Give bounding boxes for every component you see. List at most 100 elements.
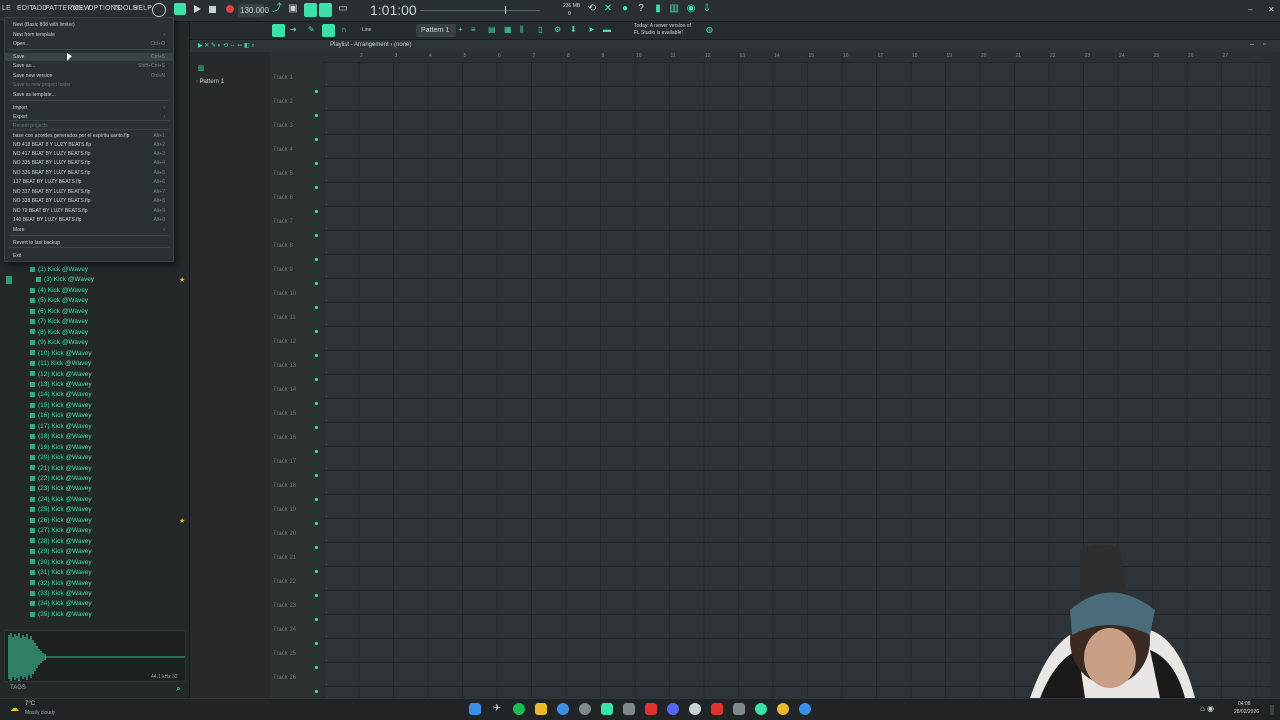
browser-file-item[interactable]: (31) Kick @Wavey [30,569,92,576]
browser-file-item[interactable]: (4) Kick @Wavey [30,287,88,294]
track-mute-led[interactable] [315,282,318,285]
history-icon[interactable]: ⟲ [587,4,597,14]
update-notice-line2[interactable]: FL Studio is available! [634,30,683,36]
step-button[interactable] [272,24,285,37]
track-label[interactable]: Track 18 [273,483,296,489]
pattern-mode-button[interactable] [174,3,186,15]
browser-file-item[interactable]: (6) Kick @Wavey [30,308,88,315]
pattern-selector[interactable]: Pattern 1 [416,24,456,37]
app-icon-7[interactable] [777,703,789,715]
file-menu-item[interactable]: Import › [5,104,173,112]
file-menu-item[interactable]: Revert to last backup [5,239,173,247]
file-menu-item[interactable]: New from template › [5,31,173,39]
paint-button[interactable] [322,24,335,37]
track-label[interactable]: Track 24 [273,627,296,633]
master-volume-slider[interactable] [420,10,540,11]
browser-file-item[interactable]: (18) Kick @Wavey [30,433,92,440]
track-mute-led[interactable] [315,114,318,117]
file-menu-item[interactable]: NO 335 BEAT BY LUZY BEATS.flp Alt+4 [5,159,173,167]
browser-file-item[interactable]: (34) Kick @Wavey [30,600,92,607]
app-icon-2[interactable] [623,703,635,715]
update-icon[interactable]: ◍ [706,25,713,34]
pattern-picker-icon[interactable]: ▥ [198,64,205,72]
browser-file-item[interactable]: (19) Kick @Wavey [30,444,92,451]
tags-label[interactable]: TAGS [10,685,26,691]
file-explorer-icon[interactable] [535,703,547,715]
browser-file-item[interactable]: (12) Kick @Wavey [30,371,92,378]
wait-input-icon[interactable]: ▣ [288,4,298,14]
browser-file-item[interactable]: (26) Kick @Wavey [30,517,92,524]
channel-rack-toolbar-icon[interactable]: ▦ [504,25,512,34]
menu-file[interactable]: LE [2,5,11,12]
master-volume-handle[interactable] [505,6,506,14]
mixer-toolbar-icon[interactable]: ⫼ [520,25,524,35]
weather-icon[interactable]: ☁ [10,703,19,714]
track-mute-led[interactable] [315,402,318,405]
browser-file-item[interactable]: (5) Kick @Wavey [30,297,88,304]
browser-file-item[interactable]: (27) Kick @Wavey [30,527,92,534]
playlist-toolbar-icons[interactable]: ▶ ✕ ✎ ◐ ⟲ ⇔ ⇿ ◧ ⌕ [198,42,255,50]
track-label[interactable]: Track 6 [273,195,293,201]
browser-file-item[interactable]: (23) Kick @Wavey [30,485,92,492]
magnet-icon[interactable]: ∩ [341,25,347,34]
track-mute-led[interactable] [315,210,318,213]
app-icon-5[interactable] [733,703,745,715]
browser-file-item[interactable]: (24) Kick @Wavey [30,496,92,503]
browser-file-item[interactable]: (33) Kick @Wavey [30,590,92,597]
video-icon[interactable]: ▬ [603,25,611,34]
waveform-preview[interactable]: 44.1 kHz 32 [4,630,186,682]
minimize-icon[interactable]: – [1248,5,1252,14]
pattern-list-item[interactable]: › Pattern 1 [196,79,224,85]
arrow-right-icon[interactable]: ➜ [290,25,297,34]
browser-file-item[interactable]: (16) Kick @Wavey [30,412,92,419]
file-menu-item[interactable]: New (Basic 808 with limiter) [5,21,173,29]
track-label[interactable]: Track 20 [273,531,296,537]
file-menu-item[interactable]: NO 79 BEAT BY LUZY BEATS.flp Alt+9 [5,207,173,215]
browser-file-item[interactable]: (9) Kick @Wavey [30,339,88,346]
track-label[interactable]: Track 11 [273,315,296,321]
track-label[interactable]: Track 16 [273,435,296,441]
track-label[interactable]: Track 4 [273,147,293,153]
app-icon[interactable] [579,703,591,715]
track-label[interactable]: Track 21 [273,555,296,561]
plus-icon[interactable]: + [458,25,463,34]
file-menu-item[interactable]: Save as... Shift+Ctrl+S [5,62,173,70]
browser-file-item[interactable]: (11) Kick @Wavey [30,360,91,367]
browser-file-item[interactable]: (32) Kick @Wavey [30,580,92,587]
snap-value[interactable]: Line [362,27,371,33]
discord-icon[interactable] [667,703,679,715]
cut-icon[interactable]: ✕ [603,4,613,14]
tuner-icon[interactable]: ⬇ [570,25,577,34]
app-icon-3[interactable] [689,703,701,715]
track-mute-led[interactable] [315,690,318,693]
track-label[interactable]: Track 23 [273,603,296,609]
browser-file-item[interactable]: (2) Kick @Wavey [30,266,88,273]
track-mute-led[interactable] [315,258,318,261]
track-label[interactable]: Track 10 [273,291,296,297]
track-mute-led[interactable] [315,642,318,645]
file-menu-item[interactable]: 137 BEAT BY LUZY BEATS.flp Alt+6 [5,178,173,186]
youtube-icon[interactable] [645,703,657,715]
file-menu-item[interactable]: Save new version Ctrl+N [5,72,173,80]
file-menu-item[interactable]: Save Ctrl+S [5,53,173,61]
timeline-ruler[interactable]: 2 3 4 5 6 7 8 9 10 11 12 13 14 15 16 17 18 19 20 21 22 23 24 25… [324,52,1270,62]
browser-icon[interactable]: ▯ [538,25,542,34]
track-mute-led[interactable] [315,378,318,381]
file-menu-item[interactable]: NO 338 BEAT BY LUZY BEATS.flp Alt+8 [5,197,173,205]
playlist-minimize-icon[interactable]: – [1250,41,1254,48]
track-label[interactable]: Track 2 [273,99,293,105]
track-mute-led[interactable] [315,522,318,525]
clock-date[interactable]: 28/02/2026 [1234,709,1259,715]
file-menu-item[interactable]: NO 337 BEAT BY LUZY BEATS.flp Alt+7 [5,188,173,196]
track-mute-led[interactable] [315,186,318,189]
track-label[interactable]: Track 25 [273,651,296,657]
track-mute-led[interactable] [315,90,318,93]
track-mute-led[interactable] [315,546,318,549]
browser-file-item[interactable]: (22) Kick @Wavey [30,475,92,482]
windows-start-icon[interactable] [469,703,481,715]
file-menu-item[interactable]: NO 417 BEAT BY LUZY BEATS.flp Alt+3 [5,150,173,158]
track-label[interactable]: Track 8 [273,243,293,249]
chat-icon[interactable]: ◉ [686,4,696,14]
fl-studio-icon[interactable] [601,703,613,715]
file-menu-item[interactable]: Open... Ctrl+O [5,40,173,48]
